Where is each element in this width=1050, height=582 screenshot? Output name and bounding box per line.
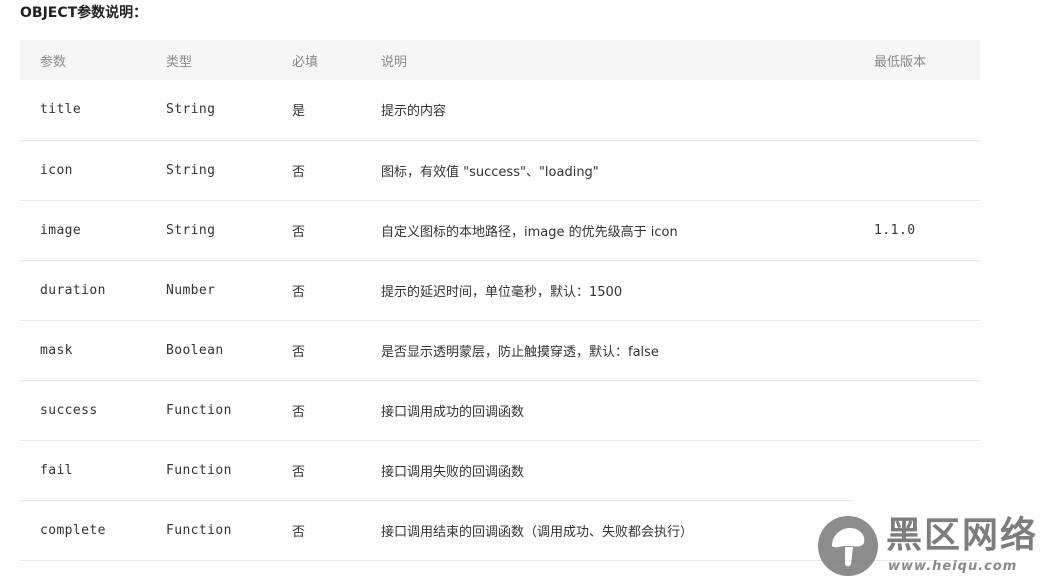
param-type: String	[146, 200, 272, 261]
param-description: 接口调用失败的回调函数	[381, 464, 525, 480]
watermark-brand: 黑区网络	[886, 515, 1039, 556]
param-description: 自定义图标的本地路径，image 的优先级高于 icon	[361, 200, 854, 261]
header-row: 参数 类型 必填 说明 最低版本	[20, 40, 980, 80]
table-row: title String 是 提示的内容	[20, 80, 980, 141]
table-row: icon String 否 图标，有效值 "success"、"loading"	[20, 140, 980, 201]
row-divider	[20, 500, 853, 501]
param-description: 接口调用结束的回调函数（调用成功、失败都会执行）	[381, 524, 694, 540]
header-min-version: 最低版本	[874, 54, 927, 70]
param-name: mask	[20, 320, 146, 381]
param-name: title	[20, 80, 146, 141]
param-required: 否	[292, 524, 306, 540]
param-type: String	[146, 140, 272, 201]
param-required: 否	[272, 200, 361, 261]
table-row: image String 否 自定义图标的本地路径，image 的优先级高于 i…	[20, 200, 980, 261]
param-type: Function	[166, 522, 232, 538]
param-min-version	[854, 260, 980, 321]
header-name: 参数	[40, 54, 67, 70]
param-name: fail	[40, 462, 73, 478]
param-type: String	[146, 80, 272, 141]
param-min-version	[854, 320, 980, 381]
mushroom-logo-icon	[818, 516, 878, 576]
table-header: 参数 类型 必填 说明 最低版本	[20, 40, 980, 80]
table-row: fail Function 否 接口调用失败的回调函数	[20, 440, 980, 500]
param-min-version	[854, 440, 980, 500]
param-description: 提示的内容	[361, 80, 854, 141]
param-name: image	[20, 200, 146, 261]
param-min-version-link[interactable]: 1.1.0	[854, 200, 980, 261]
params-table: 参数 类型 必填 说明 最低版本 title String 是 提示的内容 ic…	[20, 40, 980, 560]
site-watermark: 黑区网络 www.heiqu.com	[818, 514, 1050, 580]
header-description: 说明	[381, 54, 408, 70]
param-type: Function	[146, 380, 272, 441]
param-name: icon	[20, 140, 146, 201]
param-description: 图标，有效值 "success"、"loading"	[361, 140, 854, 201]
param-type: Number	[146, 260, 272, 321]
section-heading: OBJECT参数说明：	[20, 5, 148, 21]
table-body: title String 是 提示的内容 icon String 否 图标，有效…	[20, 80, 980, 560]
table-row: success Function 否 接口调用成功的回调函数	[20, 380, 980, 441]
table-row: mask Boolean 否 是否显示透明蒙层，防止触摸穿透，默认：false	[20, 320, 980, 381]
param-required: 否	[272, 320, 361, 381]
header-required: 必填	[292, 54, 319, 70]
param-name: success	[20, 380, 146, 441]
param-required: 否	[292, 464, 306, 480]
param-name: duration	[20, 260, 146, 321]
param-description: 接口调用成功的回调函数	[361, 380, 854, 441]
param-type: Function	[166, 462, 232, 478]
param-description: 是否显示透明蒙层，防止触摸穿透，默认：false	[361, 320, 854, 381]
param-type: Boolean	[146, 320, 272, 381]
param-required: 否	[272, 260, 361, 321]
watermark-url: www.heiqu.com	[888, 559, 1018, 574]
param-description: 提示的延迟时间，单位毫秒，默认：1500	[361, 260, 854, 321]
param-min-version	[854, 80, 980, 141]
param-min-version	[854, 140, 980, 201]
param-required: 否	[272, 380, 361, 441]
table-row: duration Number 否 提示的延迟时间，单位毫秒，默认：1500	[20, 260, 980, 321]
param-required: 是	[272, 80, 361, 141]
param-name: complete	[40, 522, 106, 538]
param-min-version	[854, 380, 980, 441]
param-required: 否	[272, 140, 361, 201]
header-type: 类型	[166, 54, 193, 70]
